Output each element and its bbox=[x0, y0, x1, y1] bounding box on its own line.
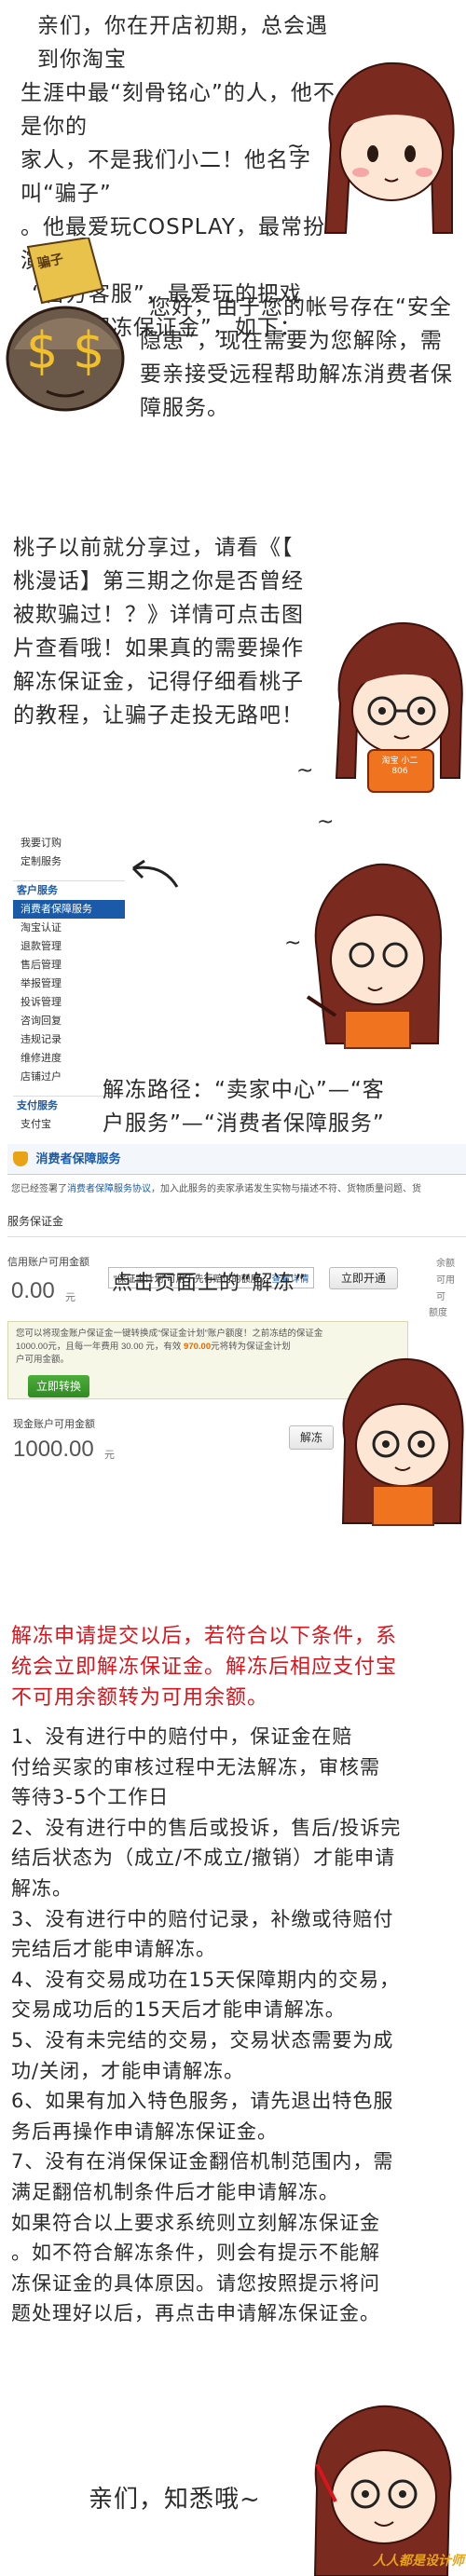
tip-text: 桃子以前就分享过，请看《【 桃漫话】第三期之你是否曾经 被欺骗过！？》详情可点击… bbox=[13, 531, 330, 732]
menu-item[interactable]: 投诉管理 bbox=[13, 993, 125, 1012]
unfreeze-button[interactable]: 解冻 bbox=[289, 1425, 334, 1450]
credit-unit: 元 bbox=[65, 1292, 75, 1303]
arrow-icon bbox=[131, 859, 179, 888]
menu-item[interactable]: 退款管理 bbox=[13, 937, 125, 956]
scammer-line: 您好，由于您的帐号存在“安全 bbox=[149, 295, 452, 320]
closing-text: 亲们，知悉哦~ bbox=[89, 2486, 261, 2514]
squiggle-mark: ~ bbox=[296, 759, 314, 783]
panel-notice: 您已经签署了消费者保障服务协议，加入此服务的卖家承诺发生实物与描述不符、货物质量… bbox=[11, 1184, 421, 1194]
tip-line: 桃子以前就分享过，请看《【 bbox=[13, 536, 294, 560]
scammer-speech: 您好，由于您的帐号存在“安全 隐患”，现在需要为您解除，需 要亲接受远程帮助解冻… bbox=[140, 291, 461, 425]
section-title: 服务保证金 bbox=[7, 1213, 466, 1237]
unfreeze-path-text: 解冻路径：“卖家中心”—“客 户服务”—“消费者保障服务” bbox=[103, 1073, 457, 1140]
menu-item[interactable]: 我要订购 bbox=[13, 834, 125, 852]
scammer-line: 障服务。 bbox=[140, 396, 229, 420]
menu-item[interactable]: 售后管理 bbox=[13, 956, 125, 975]
menu-item[interactable]: 维修进度 bbox=[13, 1049, 125, 1068]
tip-line: 的教程，让骗子走投无路吧！ bbox=[13, 703, 304, 728]
squiggle-mark: ~ bbox=[284, 932, 302, 955]
menu-item[interactable]: 违规记录 bbox=[13, 1030, 125, 1049]
path-line: 解冻路径：“卖家中心”—“客 bbox=[103, 1078, 385, 1102]
tip-line: 片查看哦！如果真的需要操作 bbox=[13, 636, 304, 661]
tip-line: 被欺骗过！？》详情可点击图 bbox=[13, 603, 304, 627]
site-watermark: 人人都是设计师 bbox=[373, 2554, 464, 2569]
tip-line: 解冻保证金，记得仔细看桃子 bbox=[13, 670, 304, 694]
panel-header: 消费者保障服务 bbox=[7, 1144, 466, 1175]
scammer-character-icon: $ $ bbox=[6, 238, 125, 412]
credit-value: 0.00 bbox=[11, 1278, 55, 1303]
scammer-line: 隐患”，现在需要为您解除，需 bbox=[140, 329, 443, 353]
quota-label: 额度 bbox=[429, 1308, 447, 1318]
svg-text:$: $ bbox=[26, 321, 58, 380]
cash-unit: 元 bbox=[104, 1450, 115, 1461]
click-prompt: 点击页面上的“解冻” bbox=[112, 1272, 307, 1295]
convert-now-button[interactable]: 立即转换 bbox=[28, 1375, 89, 1397]
squiggle-mark: ~ bbox=[287, 135, 305, 158]
path-line: 户服务”—“消费者保障服务” bbox=[103, 1111, 385, 1136]
open-now-button[interactable]: 立即开通 bbox=[329, 1267, 398, 1289]
girl-closing-character-icon bbox=[313, 2405, 452, 2576]
agreement-link[interactable]: 消费者保障服务协议 bbox=[67, 1184, 151, 1194]
tip-line: 桃漫话】第三期之你是否曾经 bbox=[13, 569, 304, 593]
menu-section-label[interactable]: 客户服务 bbox=[13, 880, 125, 900]
intro-line: 亲们，你在开店初期，总会遇到你淘宝 bbox=[37, 14, 328, 72]
intro-line: 生涯中最“刻骨铭心”的人，他不是你的 bbox=[21, 81, 336, 139]
cash-label: 现金账户可用金额 bbox=[13, 1419, 95, 1430]
squiggle-mark: ~ bbox=[317, 811, 335, 834]
menu-item[interactable]: 举报管理 bbox=[13, 975, 125, 993]
menu-item[interactable]: 淘宝认证 bbox=[13, 919, 125, 937]
shirt-text: 淘宝 小二 806 bbox=[381, 756, 418, 776]
shield-icon bbox=[13, 1151, 28, 1166]
conditions-list: 1、没有进行中的赔付中，保证金在赔 付给买家的审核过程中无法解冻，审核需 等待3… bbox=[11, 1725, 402, 2325]
svg-text:$: $ bbox=[73, 321, 104, 380]
right-column: 余额 可用 可 bbox=[436, 1259, 455, 1302]
panel-title: 消费者保障服务 bbox=[35, 1152, 121, 1165]
menu-item[interactable]: 定制服务 bbox=[13, 852, 125, 871]
scammer-line: 要亲接受远程帮助解冻消费者保 bbox=[140, 362, 453, 387]
menu-item-consumer-protection[interactable]: 消费者保障服务 bbox=[13, 900, 125, 919]
menu-item[interactable]: 咨询回复 bbox=[13, 1012, 125, 1030]
cash-value: 1000.00 bbox=[13, 1437, 94, 1462]
girl-character-icon bbox=[323, 61, 455, 234]
girl-glasses-character-icon bbox=[341, 1357, 464, 1526]
girl-pointing-character-icon bbox=[306, 863, 442, 1049]
conditions-headline: 解冻申请提交以后，若符合以下条件，系 统会立即解冻保证金。解冻后相应支付宝 不可… bbox=[11, 1625, 398, 1710]
